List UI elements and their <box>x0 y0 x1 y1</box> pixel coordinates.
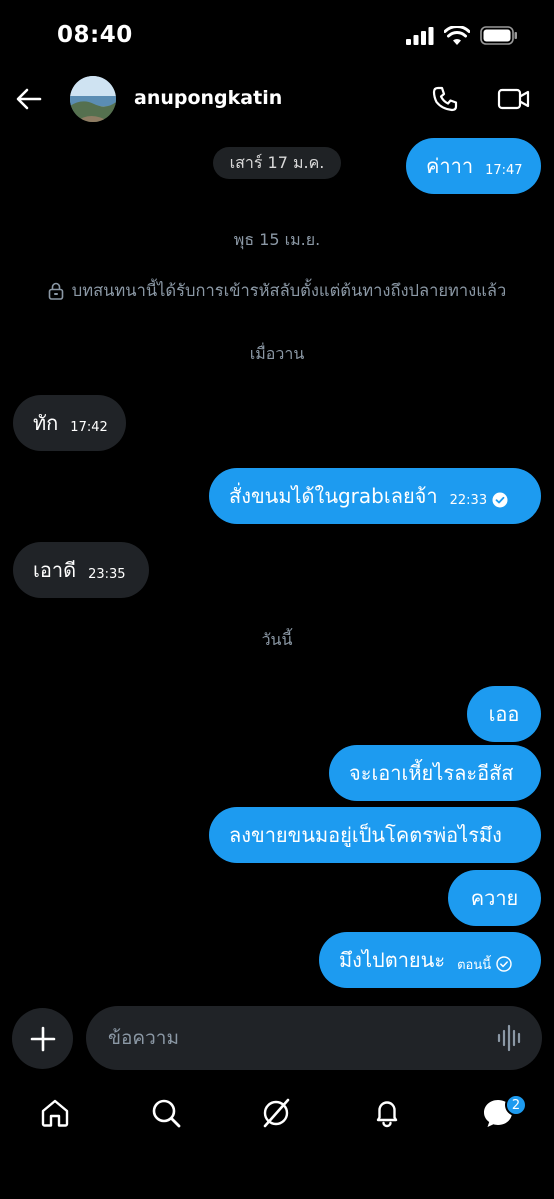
back-button[interactable] <box>14 84 44 114</box>
message-time: 17:47 <box>485 162 523 178</box>
message-input[interactable] <box>108 1006 478 1070</box>
avatar[interactable] <box>70 76 116 122</box>
message-time: ตอนนี้ <box>457 954 512 975</box>
status-bar: 08:40 <box>0 0 554 70</box>
sent-check-icon <box>496 956 512 972</box>
message-time: 17:42 <box>70 419 108 435</box>
message-text: ค่าาา <box>426 154 474 178</box>
date-separator: วันนี้ <box>261 630 293 649</box>
message-text: เออ <box>488 702 520 726</box>
search-icon <box>152 1099 181 1128</box>
message-bubble-outgoing[interactable]: จะเอาเหี้ยไรละอีสัส <box>329 745 541 801</box>
audio-waveform-icon <box>497 1024 521 1052</box>
date-separator: เมื่อวาน <box>249 344 305 363</box>
encryption-notice-text: บทสนทนานี้ได้รับการเข้ารหัสลับตั้งแต่ต้น… <box>71 281 507 300</box>
avatar-image <box>70 76 116 122</box>
message-text: เอาดี <box>33 558 77 582</box>
message-bubble-outgoing[interactable]: เออ <box>467 686 541 742</box>
video-camera-icon <box>497 88 530 110</box>
message-bubble-incoming[interactable]: ทัก 17:42 <box>13 395 126 451</box>
voice-message-button[interactable] <box>496 1024 524 1052</box>
lock-icon <box>48 282 64 300</box>
message-bubble-outgoing[interactable]: ควาย <box>448 870 541 926</box>
plus-icon <box>30 1026 55 1051</box>
message-bubble-outgoing[interactable]: ค่าาา 17:47 <box>406 138 541 194</box>
message-time: 23:35 <box>88 566 126 582</box>
encryption-notice: บทสนทนานี้ได้รับการเข้ารหัสลับตั้งแต่ต้น… <box>0 278 554 304</box>
message-bubble-outgoing[interactable]: สั่งขนมได้ในgrabเลยจ้า 22:33 <box>209 468 541 524</box>
nav-grok[interactable] <box>259 1096 293 1130</box>
chat-header: anupongkatin <box>0 70 554 130</box>
nav-home[interactable] <box>38 1096 72 1130</box>
date-separator: พุธ 15 เม.ย. <box>233 230 321 249</box>
message-bubble-outgoing[interactable]: ลงขายขนมอยู่เป็นโคตรพ่อไรมึง <box>209 807 541 863</box>
chat-username[interactable]: anupongkatin <box>134 87 282 109</box>
message-text: จะเอาเหี้ยไรละอีสัส <box>349 761 514 785</box>
phone-icon <box>432 86 458 112</box>
add-attachment-button[interactable] <box>12 1008 73 1069</box>
battery-icon <box>480 26 517 45</box>
bottom-navigation <box>0 1086 554 1146</box>
status-time: 08:40 <box>57 22 133 48</box>
message-composer <box>86 1006 542 1070</box>
voice-call-button[interactable] <box>430 84 460 114</box>
message-text: ควาย <box>470 886 519 910</box>
home-icon <box>41 1099 69 1127</box>
message-text: ทัก <box>33 411 59 435</box>
message-time: 22:33 <box>450 492 508 508</box>
wifi-icon <box>444 26 470 45</box>
read-check-icon <box>492 492 508 508</box>
nav-search[interactable] <box>149 1096 183 1130</box>
message-bubble-outgoing[interactable]: มึงไปตายนะ ตอนนี้ <box>319 932 541 988</box>
messages-badge: 2 <box>505 1094 527 1116</box>
status-icons <box>406 26 518 45</box>
home-indicator-area <box>0 1150 554 1199</box>
bell-icon <box>376 1101 398 1128</box>
grok-icon <box>263 1098 290 1128</box>
date-separator-pill: เสาร์ 17 ม.ค. <box>213 147 341 179</box>
arrow-left-icon <box>16 88 42 110</box>
message-bubble-incoming[interactable]: เอาดี 23:35 <box>13 542 149 598</box>
nav-notifications[interactable] <box>370 1096 404 1130</box>
signal-icon <box>406 26 434 45</box>
message-text: สั่งขนมได้ในgrabเลยจ้า <box>229 484 438 508</box>
message-text: ลงขายขนมอยู่เป็นโคตรพ่อไรมึง <box>229 823 502 847</box>
message-text: มึงไปตายนะ <box>339 948 446 972</box>
video-call-button[interactable] <box>497 84 531 114</box>
